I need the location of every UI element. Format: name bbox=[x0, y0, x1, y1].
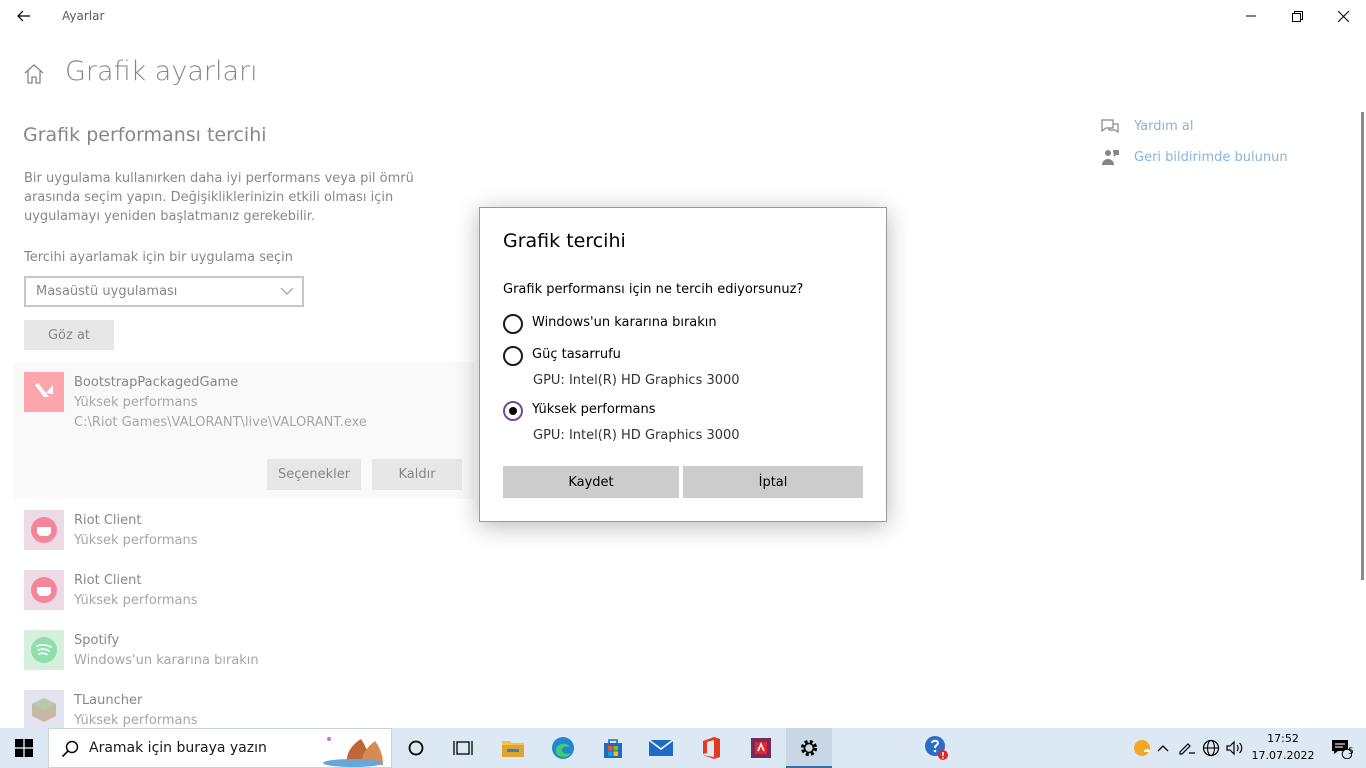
weather-sun-icon bbox=[1134, 740, 1150, 756]
network-tray[interactable] bbox=[1200, 728, 1222, 768]
volume-tray[interactable] bbox=[1224, 728, 1246, 768]
app-name[interactable]: TLauncher bbox=[74, 693, 142, 708]
taskbar-office[interactable] bbox=[688, 728, 734, 768]
feedback-icon bbox=[1100, 147, 1120, 167]
radio-label[interactable]: Windows'un kararına bırakın bbox=[532, 315, 717, 330]
cortana-circle-icon bbox=[408, 740, 424, 756]
radio-label[interactable]: Yüksek performans bbox=[532, 402, 656, 417]
taskbar-search-input[interactable]: Aramak için buraya yazın bbox=[48, 728, 392, 768]
edge-browser-icon bbox=[552, 737, 574, 759]
task-view-icon bbox=[453, 741, 473, 755]
clock-time: 17:52 bbox=[1267, 732, 1299, 745]
app-name[interactable]: Spotify bbox=[74, 633, 119, 648]
radio-let-windows-decide[interactable] bbox=[503, 314, 523, 334]
remove-button[interactable]: Kaldır bbox=[372, 459, 462, 490]
radio-label[interactable]: Güç tasarrufu bbox=[532, 347, 621, 362]
app-path: C:\Riot Games\VALORANT\live\VALORANT.exe bbox=[74, 415, 367, 430]
riot-client-icon bbox=[24, 570, 64, 610]
microsoft-store-icon bbox=[604, 739, 622, 758]
feedback-link[interactable]: Geri bildirimde bulunun bbox=[1100, 147, 1288, 167]
show-hidden-icons-button[interactable] bbox=[1154, 728, 1172, 768]
gpu-info: GPU: Intel(R) HD Graphics 3000 bbox=[533, 428, 740, 443]
minimize-button[interactable] bbox=[1228, 0, 1274, 32]
dialog-question: Grafik performansı için ne tercih ediyor… bbox=[503, 282, 804, 297]
cortana-button[interactable] bbox=[394, 728, 438, 768]
office-icon bbox=[703, 737, 720, 759]
app-name: BootstrapPackagedGame bbox=[74, 375, 239, 390]
search-icon bbox=[61, 740, 79, 758]
mail-icon bbox=[648, 739, 674, 756]
taskbar-edge[interactable] bbox=[540, 728, 586, 768]
page-title: Grafik ayarları bbox=[65, 56, 258, 87]
chevron-down-icon bbox=[280, 287, 294, 295]
close-button[interactable] bbox=[1320, 0, 1366, 32]
spotify-icon bbox=[24, 630, 64, 670]
taskbar-mail[interactable] bbox=[638, 728, 684, 768]
scrollbar[interactable] bbox=[1361, 112, 1364, 580]
dialog-title: Grafik tercihi bbox=[503, 230, 626, 252]
graphics-preference-dialog: Grafik tercihi Grafik performansı için n… bbox=[479, 207, 887, 522]
cancel-button[interactable]: İptal bbox=[683, 466, 863, 498]
taskbar-help[interactable] bbox=[914, 728, 960, 768]
search-highlight-illustration-icon bbox=[323, 735, 383, 767]
app-select-label: Tercihi ayarlamak için bir uygulama seçi… bbox=[24, 250, 293, 265]
taskbar-file-explorer[interactable] bbox=[490, 728, 536, 768]
task-view-button[interactable] bbox=[440, 728, 486, 768]
taskbar-clock[interactable]: 17:52 17.07.2022 bbox=[1248, 730, 1318, 764]
app-preference: Yüksek performans bbox=[74, 533, 198, 548]
tlauncher-icon bbox=[24, 690, 64, 730]
taskbar-settings[interactable] bbox=[786, 728, 832, 768]
minimize-icon bbox=[1246, 15, 1256, 17]
options-button[interactable]: Seçenekler bbox=[267, 459, 361, 490]
close-icon bbox=[1337, 10, 1349, 22]
back-button[interactable] bbox=[8, 2, 40, 30]
start-button[interactable] bbox=[0, 728, 48, 768]
radio-power-saving[interactable] bbox=[503, 346, 523, 366]
search-placeholder: Aramak için buraya yazın bbox=[89, 740, 267, 756]
input-tray[interactable] bbox=[1176, 728, 1198, 768]
notification-count: 5 bbox=[1348, 747, 1354, 757]
app-type-select-value: Masaüstü uygulaması bbox=[36, 284, 178, 299]
restore-icon bbox=[1291, 10, 1303, 22]
notification-center-button[interactable]: 5 bbox=[1318, 728, 1364, 768]
windows-logo-icon bbox=[15, 739, 33, 757]
app-type-select[interactable]: Masaüstü uygulaması bbox=[24, 276, 304, 307]
speaker-icon bbox=[1226, 740, 1243, 756]
pen-input-icon bbox=[1179, 743, 1195, 755]
taskbar-app-red[interactable] bbox=[738, 728, 784, 768]
feedback-link-label: Geri bildirimde bulunun bbox=[1134, 149, 1288, 165]
save-button[interactable]: Kaydet bbox=[503, 466, 679, 498]
title-bar: Ayarlar bbox=[0, 0, 1366, 32]
globe-network-icon bbox=[1202, 739, 1220, 757]
radio-high-performance[interactable] bbox=[503, 401, 523, 421]
app-preference: Yüksek performans bbox=[74, 395, 198, 410]
taskbar-store[interactable] bbox=[590, 728, 636, 768]
home-icon[interactable] bbox=[22, 62, 46, 86]
weather-tray[interactable] bbox=[1130, 728, 1154, 768]
riot-client-icon bbox=[24, 510, 64, 550]
browse-button[interactable]: Göz at bbox=[24, 320, 114, 350]
app-preference: Yüksek performans bbox=[74, 593, 198, 608]
app-name[interactable]: Riot Client bbox=[74, 513, 141, 528]
app-red-icon bbox=[751, 738, 771, 758]
taskbar: Aramak için buraya yazın 17:52 17.07.202… bbox=[0, 728, 1366, 768]
gear-icon bbox=[800, 739, 818, 757]
restore-button[interactable] bbox=[1274, 0, 1320, 32]
help-link[interactable]: Yardım al bbox=[1100, 116, 1193, 136]
app-preference: Yüksek performans bbox=[74, 713, 198, 728]
arrow-left-icon bbox=[17, 10, 30, 22]
help-question-icon bbox=[925, 736, 948, 760]
description-text: Bir uygulama kullanırken daha iyi perfor… bbox=[24, 171, 414, 224]
section-title: Grafik performansı tercihi bbox=[23, 124, 267, 146]
folder-icon bbox=[502, 741, 524, 757]
app-preference: Windows'un kararına bırakın bbox=[74, 653, 259, 668]
window-title: Ayarlar bbox=[62, 9, 105, 23]
app-name[interactable]: Riot Client bbox=[74, 573, 141, 588]
chat-help-icon bbox=[1100, 116, 1120, 136]
valorant-icon bbox=[24, 372, 64, 412]
clock-date: 17.07.2022 bbox=[1251, 749, 1315, 762]
gpu-info: GPU: Intel(R) HD Graphics 3000 bbox=[533, 373, 740, 388]
chevron-up-icon bbox=[1157, 745, 1169, 752]
help-link-label: Yardım al bbox=[1134, 118, 1194, 134]
